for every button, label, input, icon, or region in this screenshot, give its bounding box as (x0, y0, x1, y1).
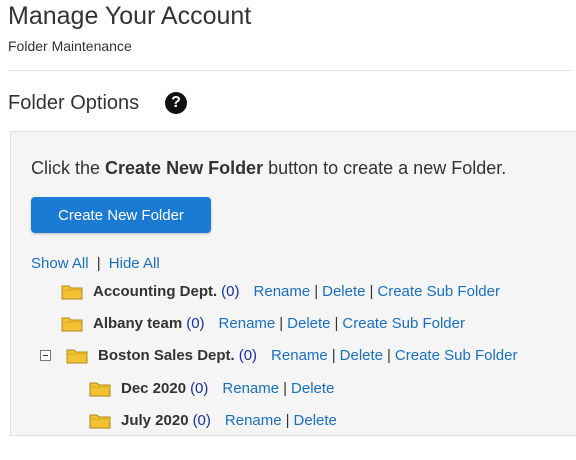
rename-link[interactable]: Rename (225, 412, 282, 429)
folder-name[interactable]: Boston Sales Dept. (98, 347, 235, 364)
delete-link[interactable]: Delete (340, 347, 383, 364)
folder-name[interactable]: Accounting Dept. (93, 283, 217, 300)
create-new-folder-button[interactable]: Create New Folder (31, 197, 211, 233)
folder-row: Albany team (0) Rename | Delete | Create Sub… (61, 312, 465, 334)
folder-icon (66, 349, 88, 363)
folder-count: (0) (186, 314, 205, 332)
action-separator: | (314, 282, 319, 300)
folder-icon (61, 317, 83, 331)
folder-row: July 2020 (0) Rename | Delete (89, 409, 337, 431)
instructions-suffix: button to create a new Folder. (263, 158, 507, 178)
folder-name[interactable]: Albany team (93, 315, 182, 332)
toggle-links: Show All | Hide All (31, 255, 160, 272)
folder-icon (61, 285, 83, 299)
action-separator: | (331, 346, 336, 364)
action-separator: | (279, 314, 284, 332)
show-all-link[interactable]: Show All (31, 255, 89, 272)
page-subtitle: Folder Maintenance (8, 38, 132, 54)
folder-icon (89, 382, 111, 396)
folder-count: (0) (238, 346, 258, 364)
rename-link[interactable]: Rename (271, 347, 328, 364)
question-circle-icon[interactable]: ? (165, 92, 187, 114)
header-divider (8, 70, 572, 71)
instructions-bold: Create New Folder (105, 158, 264, 178)
folder-name[interactable]: July 2020 (121, 412, 189, 429)
delete-link[interactable]: Delete (294, 412, 337, 429)
delete-link[interactable]: Delete (322, 283, 365, 300)
hide-all-link[interactable]: Hide All (109, 255, 160, 272)
folder-row: Boston Sales Dept. (0) Rename | Delete | Cre… (40, 344, 518, 366)
rename-link[interactable]: Rename (219, 315, 276, 332)
instructions-prefix: Click the (31, 158, 106, 178)
action-separator: | (387, 346, 391, 364)
delete-link[interactable]: Delete (291, 380, 334, 397)
folder-row: Dec 2020 (0) Rename | Delete (89, 377, 334, 399)
create-sub-folder-link[interactable]: Create Sub Folder (342, 315, 465, 332)
toggle-separator: | (96, 255, 101, 272)
create-sub-folder-link[interactable]: Create Sub Folder (395, 347, 518, 364)
create-sub-folder-link[interactable]: Create Sub Folder (377, 283, 500, 300)
collapse-icon[interactable] (40, 349, 51, 361)
folder-row: Accounting Dept. (0) Rename | Delete | Creat… (61, 280, 500, 302)
folder-actions: Rename | Delete (225, 412, 337, 429)
action-separator: | (283, 379, 288, 397)
folder-actions: Rename | Delete | Create Sub Folder (219, 315, 465, 332)
folder-count: (0) (192, 411, 211, 429)
delete-link[interactable]: Delete (287, 315, 330, 332)
section-title: Folder Options (8, 92, 140, 114)
folder-icon (89, 414, 111, 428)
folder-actions: Rename | Delete (222, 380, 334, 397)
folder-actions: Rename | Delete | Create Sub Folder (254, 283, 500, 300)
folder-count: (0) (221, 282, 240, 300)
action-separator: | (285, 411, 290, 429)
action-separator: | (334, 314, 339, 332)
folder-actions: Rename | Delete | Create Sub Folder (271, 347, 517, 364)
rename-link[interactable]: Rename (222, 380, 279, 397)
instructions-text: Click the Create New Folder button to cr… (31, 158, 506, 179)
page-title: Manage Your Account (8, 2, 252, 30)
rename-link[interactable]: Rename (254, 283, 311, 300)
folder-name[interactable]: Dec 2020 (121, 380, 186, 397)
action-separator: | (369, 282, 374, 300)
folder-count: (0) (190, 379, 209, 397)
